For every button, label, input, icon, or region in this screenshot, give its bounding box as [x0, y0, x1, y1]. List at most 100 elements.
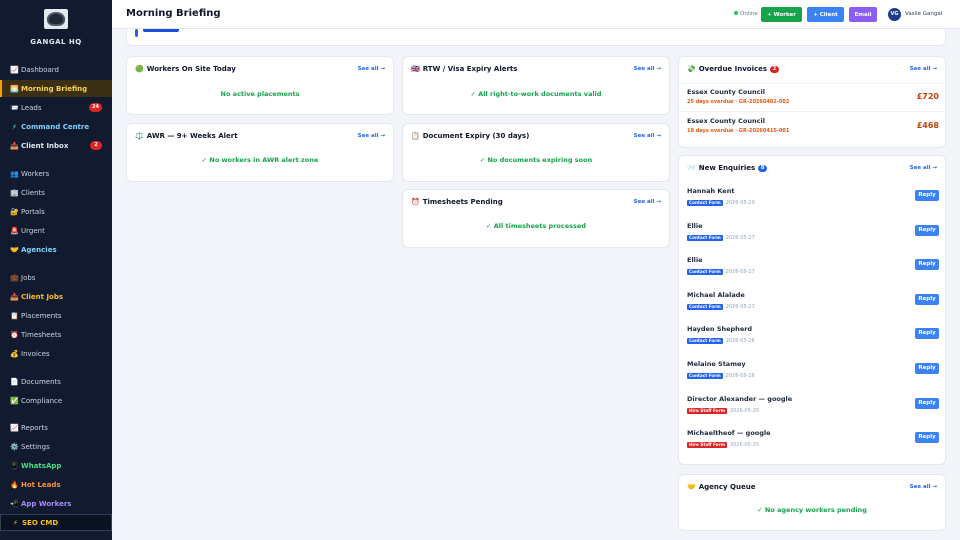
list-item[interactable]: Michaeltheof — google Hire Staff Form 202… — [687, 429, 939, 459]
sidebar-item-whatsapp[interactable]: 📱 WhatsApp — [0, 457, 112, 474]
card-title: ⏰ Timesheets Pending — [411, 198, 503, 206]
sidebar-item-compliance[interactable]: ✅ Compliance — [0, 392, 112, 409]
card-title: 🟢 Workers On Site Today — [135, 65, 236, 73]
invoice-row[interactable]: Essex County Council 18 days overdue · G… — [687, 117, 939, 134]
card-title-text: Overdue Invoices — [698, 65, 768, 73]
sidebar-item-hot-leads[interactable]: 🔥 Hot Leads — [0, 476, 112, 493]
briefcase-icon: 💼 — [10, 273, 19, 282]
sidebar-item-command-centre[interactable]: ⚡ Command Centre — [0, 118, 112, 135]
list-item[interactable]: Hayden Shepherd Contact Form 2026-05-26 R… — [687, 325, 939, 355]
enquiry-name: Director Alexander — google — [687, 395, 793, 403]
list-item[interactable]: Hannah Kent Contact Form 2026-05-29 Reply — [687, 187, 939, 217]
card-title-text: New Enquiries — [698, 164, 756, 172]
page-title: Morning Briefing — [126, 8, 221, 19]
card-title-text: AWR — 9+ Weeks Alert — [146, 132, 238, 140]
sidebar-item-dashboard[interactable]: 📈 Dashboard — [0, 61, 112, 78]
gear-icon: ⚙️ — [10, 442, 19, 451]
reply-button[interactable]: Reply — [915, 294, 939, 305]
sidebar-item-client-jobs[interactable]: 📥 Client Jobs — [0, 288, 112, 305]
sidebar-item-app-workers[interactable]: 📲 App Workers — [0, 495, 112, 512]
enquiry-meta: Contact Form 2026-05-27 — [687, 304, 755, 310]
sidebar-item-label: Compliance — [21, 396, 63, 405]
see-all-link[interactable]: See all → — [634, 66, 661, 72]
briefing-banner — [126, 29, 946, 46]
add-client-button[interactable]: + Client — [807, 7, 844, 22]
see-all-link[interactable]: See all → — [634, 133, 661, 139]
empty-state: ✓ No documents expiring soon — [479, 156, 593, 164]
sidebar-item-placements[interactable]: 📋 Placements — [0, 307, 112, 324]
card-title-text: RTW / Visa Expiry Alerts — [422, 65, 518, 73]
see-all-link[interactable]: See all → — [910, 484, 937, 490]
sidebar-item-label: Dashboard — [21, 65, 59, 74]
sidebar-item-urgent[interactable]: 🚨 Urgent — [0, 222, 112, 239]
reply-button[interactable]: Reply — [915, 432, 939, 443]
sidebar-item-reports[interactable]: 📈 Reports — [0, 419, 112, 436]
sidebar-item-invoices[interactable]: 💰 Invoices — [0, 345, 112, 362]
handshake-icon: 🤝 — [10, 245, 19, 254]
sidebar-item-client-inbox[interactable]: 📥 Client Inbox 2 — [0, 137, 112, 154]
see-all-link[interactable]: See all → — [910, 165, 937, 171]
reply-button[interactable]: Reply — [915, 398, 939, 409]
enquiries-count-badge: 8 — [758, 164, 768, 172]
avatar[interactable]: VG — [888, 8, 901, 21]
sidebar-item-portals[interactable]: 🔐 Portals — [0, 203, 112, 220]
see-all-link[interactable]: See all → — [910, 66, 937, 72]
empty-state: ✓ No agency workers pending — [757, 506, 867, 514]
enquiry-date: 2026-05-27 — [725, 304, 755, 310]
handshake-icon: 🤝 — [687, 483, 696, 491]
sidebar-item-label: Leads — [21, 103, 42, 112]
sidebar-item-morning-briefing[interactable]: 🌅 Morning Briefing — [0, 80, 112, 97]
check-icon: ✅ — [10, 396, 19, 405]
sidebar-item-label: Settings — [21, 442, 50, 451]
sidebar-item-jobs[interactable]: 💼 Jobs — [0, 269, 112, 286]
siren-icon: 🚨 — [10, 226, 19, 235]
enquiry-date: 2026-05-26 — [725, 373, 755, 379]
rtw-visa-card: 🇬🇧 RTW / Visa Expiry Alerts See all → ✓ A… — [402, 56, 670, 115]
list-item[interactable]: Michael Alalade Contact Form 2026-05-27 R… — [687, 291, 939, 321]
envelope-icon: 📨 — [687, 164, 696, 172]
invoice-row[interactable]: Essex County Council 25 days overdue · G… — [687, 88, 939, 105]
logo-icon[interactable] — [44, 9, 68, 29]
see-all-link[interactable]: See all → — [358, 66, 385, 72]
reply-button[interactable]: Reply — [915, 363, 939, 374]
sidebar-item-timesheets[interactable]: ⏰ Timesheets — [0, 326, 112, 343]
sidebar-item-label: Jobs — [21, 273, 36, 282]
money-bag-icon: 💰 — [10, 349, 19, 358]
list-item[interactable]: Melaine Stamey Contact Form 2026-05-26 Re… — [687, 360, 939, 390]
reply-button[interactable]: Reply — [915, 190, 939, 201]
source-badge: Contact Form — [687, 338, 723, 344]
list-item[interactable]: Ellie Contact Form 2026-05-27 Reply — [687, 256, 939, 286]
empty-state: No active placements — [220, 90, 300, 98]
sidebar-item-settings[interactable]: ⚙️ Settings — [0, 438, 112, 455]
sidebar-item-clients[interactable]: 🏢 Clients — [0, 184, 112, 201]
sidebar-item-seo-cmd[interactable]: ⚡ SEO CMD — [0, 514, 112, 531]
see-all-link[interactable]: See all → — [358, 133, 385, 139]
alarm-clock-icon: ⏰ — [10, 330, 19, 339]
reply-button[interactable]: Reply — [915, 259, 939, 270]
users-icon: 👥 — [10, 169, 19, 178]
sidebar-item-label: Timesheets — [21, 330, 62, 339]
sidebar-item-agencies[interactable]: 🤝 Agencies — [0, 241, 112, 258]
add-worker-button[interactable]: + Worker — [761, 7, 802, 22]
sidebar-item-label: Agencies — [21, 245, 57, 254]
envelope-icon: 📨 — [10, 103, 19, 112]
sidebar-item-leads[interactable]: 📨 Leads 24 — [0, 99, 112, 116]
list-item[interactable]: Director Alexander — google Hire Staff F… — [687, 395, 939, 425]
sidebar-item-workers[interactable]: 👥 Workers — [0, 165, 112, 182]
invoice-detail: 25 days overdue · GR-20260402-002 — [687, 99, 790, 105]
banner-button[interactable] — [143, 29, 179, 32]
card-title-text: Timesheets Pending — [422, 198, 503, 206]
email-button[interactable]: Email — [849, 7, 877, 22]
list-item[interactable]: Ellie Contact Form 2026-05-27 Reply — [687, 222, 939, 252]
alarm-clock-icon: ⏰ — [411, 198, 420, 206]
sidebar-item-documents[interactable]: 📄 Documents — [0, 373, 112, 390]
source-badge: Hire Staff Form — [687, 442, 727, 448]
card-title: 🤝 Agency Queue — [687, 483, 755, 491]
user-name[interactable]: Vasile Gangal — [905, 11, 942, 17]
enquiry-name: Melaine Stamey — [687, 360, 746, 368]
sidebar-item-label: Client Jobs — [21, 292, 64, 301]
reply-button[interactable]: Reply — [915, 328, 939, 339]
online-status-label: Online — [740, 11, 758, 17]
see-all-link[interactable]: See all → — [634, 199, 661, 205]
reply-button[interactable]: Reply — [915, 225, 939, 236]
